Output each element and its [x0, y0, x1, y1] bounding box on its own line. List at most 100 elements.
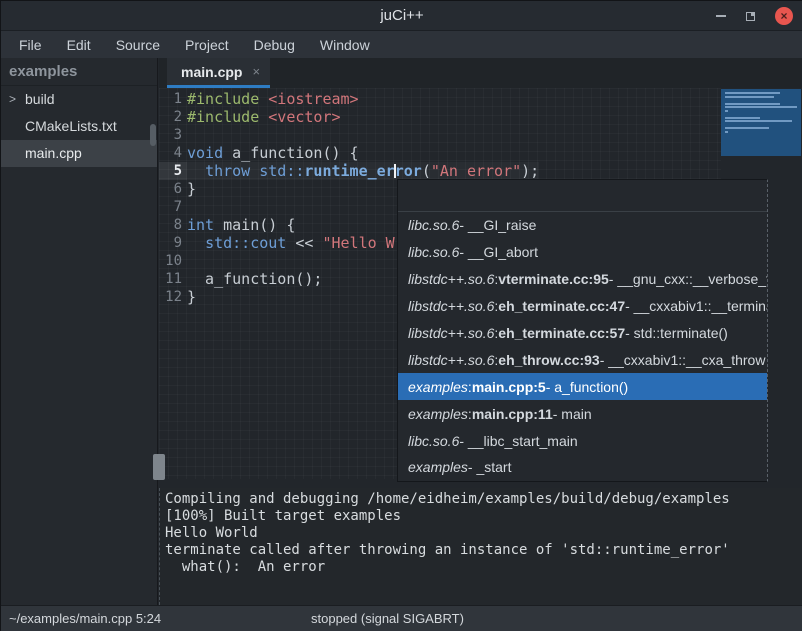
sidebar-scrollbar-thumb[interactable]	[150, 124, 156, 146]
frame-file-line: eh_terminate.cc:47	[498, 298, 625, 314]
frame-function: - __cxxabiv1::__terminate(void (*)())	[625, 298, 767, 314]
status-debug-state: stopped (signal SIGABRT)	[311, 611, 464, 626]
frame-file-line: vterminate.cc:95	[498, 271, 609, 287]
sidebar-item-label: main.cpp	[25, 145, 82, 161]
code-token: );	[521, 162, 539, 180]
line-text: #include <iostream>	[187, 90, 359, 108]
terminal-line: [100%] Built target examples	[165, 508, 802, 525]
frame-file-line: eh_terminate.cc:57	[498, 325, 625, 341]
frame-library: libc.so.6	[408, 433, 459, 449]
app-window: juCi++ × File Edit Source Project Debug Windo…	[0, 0, 802, 630]
stack-frame-item[interactable]: libstdc++.so.6:eh_throw.cc:93 - __cxxabi…	[398, 346, 767, 373]
sidebar-item-build[interactable]: > build	[1, 86, 157, 113]
line-number: 3	[159, 126, 187, 144]
code-line: 1#include <iostream>	[159, 90, 539, 108]
stack-frame-item[interactable]: libc.so.6 - __libc_start_main	[398, 427, 767, 454]
backtrace-popup: libc.so.6 - __GI_raiselibc.so.6 - __GI_a…	[397, 179, 768, 482]
line-number: 1	[159, 90, 187, 108]
close-window-icon[interactable]: ×	[775, 7, 793, 25]
code-token: throw	[205, 162, 250, 180]
frame-library: examples	[408, 379, 468, 395]
stack-frame-item[interactable]: libstdc++.so.6:vterminate.cc:95 - __gnu_…	[398, 266, 767, 293]
tab-main-cpp[interactable]: main.cpp ×	[167, 58, 270, 88]
tab-close-icon[interactable]: ×	[252, 64, 260, 79]
code-line: 4void a_function() {	[159, 144, 539, 162]
code-token: main() {	[214, 216, 295, 234]
editor-scrollbar-thumb[interactable]	[153, 454, 165, 480]
sidebar-item-main-cpp[interactable]: main.cpp	[1, 140, 157, 167]
frame-function: - std::terminate()	[625, 325, 728, 341]
terminal-line: Compiling and debugging /home/eidheim/ex…	[165, 491, 802, 508]
frame-file-line: main.cpp:11	[472, 406, 553, 422]
stack-frame-item[interactable]: libc.so.6 - __GI_raise	[398, 212, 767, 239]
sidebar-item-cmakelists-txt[interactable]: CMakeLists.txt	[1, 113, 157, 140]
line-number: 5	[159, 162, 187, 180]
line-number: 4	[159, 144, 187, 162]
minimap-line	[725, 127, 769, 129]
code-token: a_function();	[187, 270, 322, 288]
line-number: 10	[159, 252, 187, 270]
frame-function: - _start	[468, 459, 512, 475]
tab-bar: main.cpp ×	[159, 58, 802, 88]
menu-item-file[interactable]: File	[11, 33, 50, 57]
restore-icon[interactable]	[746, 12, 755, 21]
minimap-line	[725, 92, 780, 94]
line-number: 9	[159, 234, 187, 252]
frame-library: examples	[408, 406, 468, 422]
tab-label: main.cpp	[181, 64, 242, 80]
line-number: 11	[159, 270, 187, 288]
frame-function: - a_function()	[546, 379, 628, 395]
menu-item-window[interactable]: Window	[312, 33, 378, 57]
stack-frame-item[interactable]: libstdc++.so.6:eh_terminate.cc:47 - __cx…	[398, 293, 767, 320]
code-token: <<	[286, 234, 322, 252]
line-text: }	[187, 288, 196, 306]
code-line: 5 throw std::runtime_error("An error");	[159, 162, 539, 180]
stack-frame-item[interactable]: examples:main.cpp:5 - a_function()	[398, 373, 767, 400]
minimap[interactable]	[721, 89, 801, 156]
code-line: 2#include <vector>	[159, 108, 539, 126]
code-token	[250, 162, 259, 180]
minimap-line	[725, 120, 792, 122]
stack-frame-item[interactable]: examples - _start	[398, 454, 767, 481]
frame-file-line: main.cpp:5	[472, 379, 546, 395]
code-token: std::	[259, 162, 304, 180]
frame-library: libstdc++.so.6	[408, 298, 494, 314]
sidebar-item-label: build	[25, 91, 55, 107]
frame-library: libc.so.6	[408, 244, 459, 260]
chevron-right-icon[interactable]: >	[9, 86, 16, 113]
project-name-header: examples	[1, 58, 157, 86]
code-token: <iostream>	[268, 90, 358, 108]
status-bar: ~/examples/main.cpp 5:24 stopped (signal…	[1, 605, 802, 631]
code-token: a_function() {	[223, 144, 358, 162]
status-file-location: ~/examples/main.cpp 5:24	[9, 611, 161, 626]
minimap-line	[725, 96, 774, 98]
frame-function: - __GI_raise	[459, 217, 536, 233]
line-text: throw std::runtime_error("An error");	[187, 162, 539, 180]
minimap-line	[725, 131, 728, 133]
menu-item-project[interactable]: Project	[177, 33, 237, 57]
file-tree-panel[interactable]: examples > build CMakeLists.txt main.cpp	[1, 58, 158, 605]
frame-function: - __cxxabiv1::__cxa_throw	[600, 352, 766, 368]
frame-function: - __GI_abort	[459, 244, 538, 260]
code-token: runtime_er	[304, 162, 394, 180]
frame-library: libstdc++.so.6	[408, 325, 494, 341]
menu-item-debug[interactable]: Debug	[246, 33, 303, 57]
line-text: }	[187, 180, 196, 198]
title-bar: juCi++ ×	[1, 1, 802, 31]
code-token: "Hello W	[322, 234, 394, 252]
popup-header	[398, 180, 767, 212]
stack-frame-item[interactable]: examples:main.cpp:11 - main	[398, 400, 767, 427]
frame-function: - __gnu_cxx::__verbose_terminate_handler…	[609, 271, 767, 287]
menu-bar: File Edit Source Project Debug Window	[1, 31, 802, 58]
minimize-icon[interactable]	[716, 15, 726, 17]
stack-frame-item[interactable]: libc.so.6 - __GI_abort	[398, 239, 767, 266]
menu-item-edit[interactable]: Edit	[59, 33, 99, 57]
menu-item-source[interactable]: Source	[108, 33, 168, 57]
terminal-output[interactable]: Compiling and debugging /home/eidheim/ex…	[159, 488, 802, 605]
code-token: }	[187, 288, 196, 306]
line-number: 7	[159, 198, 187, 216]
line-text: std::cout << "Hello W	[187, 234, 395, 252]
stack-frame-item[interactable]: libstdc++.so.6:eh_terminate.cc:57 - std:…	[398, 320, 767, 347]
terminal-line: terminate called after throwing an insta…	[165, 542, 802, 559]
code-token	[187, 234, 205, 252]
